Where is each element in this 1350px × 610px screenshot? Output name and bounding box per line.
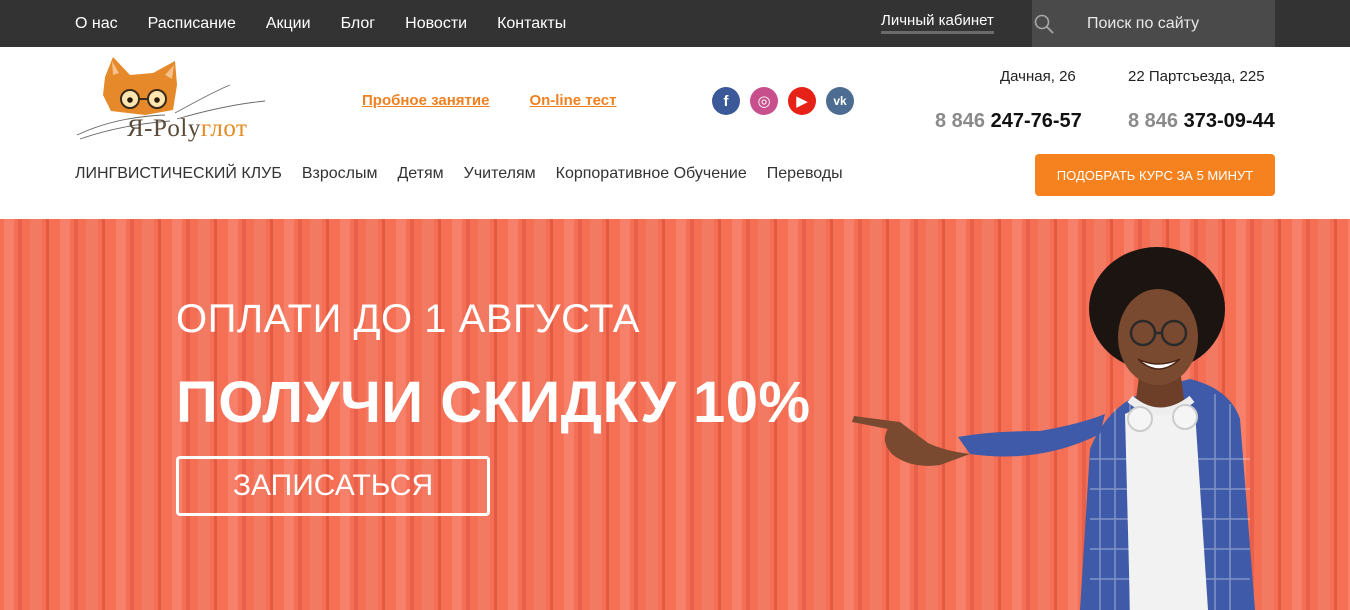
topnav-item-schedule[interactable]: Расписание <box>148 15 236 33</box>
trial-lesson-link[interactable]: Пробное занятие <box>362 92 489 109</box>
mainnav-item-translations[interactable]: Переводы <box>767 165 843 183</box>
youtube-icon[interactable]: ▶ <box>788 87 816 115</box>
mainnav-item-linguistic-club[interactable]: ЛИНГВИСТИЧЕСКИЙ КЛУБ <box>75 165 282 183</box>
search-box <box>1032 0 1277 47</box>
topnav-item-news[interactable]: Новости <box>405 15 467 33</box>
vk-icon[interactable]: vk <box>826 87 854 115</box>
phone-dachnaya[interactable]: 8 846 247-76-57 <box>935 110 1082 133</box>
online-test-link[interactable]: On-line тест <box>529 92 616 109</box>
mainnav-item-teachers[interactable]: Учителям <box>464 165 536 183</box>
header-links: Пробное занятие On-line тест <box>362 92 656 109</box>
address-partsezda: 22 Партсъезда, 225 <box>1128 68 1265 85</box>
facebook-icon[interactable]: f <box>712 87 740 115</box>
address-dachnaya: Дачная, 26 <box>1000 68 1076 85</box>
phone-partsezda[interactable]: 8 846 373-09-44 <box>1128 110 1275 133</box>
mainnav-item-adults[interactable]: Взрослым <box>302 165 378 183</box>
search-icon[interactable] <box>1034 0 1054 47</box>
topnav-item-about[interactable]: О нас <box>75 15 118 33</box>
topnav-item-contacts[interactable]: Контакты <box>497 15 566 33</box>
mainnav-item-children[interactable]: Детям <box>397 165 443 183</box>
logo[interactable]: Я-Polyглот <box>75 55 285 145</box>
main-nav: ЛИНГВИСТИЧЕСКИЙ КЛУБ Взрослым Детям Учит… <box>75 165 863 183</box>
find-course-button[interactable]: ПОДОБРАТЬ КУРС ЗА 5 МИНУТ <box>1035 154 1275 196</box>
top-bar: О нас Расписание Акции Блог Новости Конт… <box>0 0 1350 47</box>
hero-banner: ОПЛАТИ ДО 1 АВГУСТА ПОЛУЧИ СКИДКУ 10% ЗА… <box>0 219 1350 610</box>
signup-button[interactable]: ЗАПИСАТЬСЯ <box>176 456 490 516</box>
hero-discount-text: ПОЛУЧИ СКИДКУ 10% <box>176 370 811 435</box>
logo-text: Я-Polyглот <box>127 115 248 142</box>
topnav-item-promotions[interactable]: Акции <box>266 15 311 33</box>
smiling-man-image <box>852 247 1255 610</box>
personal-account-link[interactable]: Личный кабинет <box>881 12 994 34</box>
mainnav-item-corporate[interactable]: Корпоративное Обучение <box>556 165 747 183</box>
social-icons: f ◎ ▶ vk <box>712 87 864 115</box>
instagram-icon[interactable]: ◎ <box>750 87 778 115</box>
hero-headline: ОПЛАТИ ДО 1 АВГУСТА <box>176 297 640 341</box>
search-input[interactable] <box>1087 14 1277 33</box>
topnav-item-blog[interactable]: Блог <box>341 15 376 33</box>
top-nav: О нас Расписание Акции Блог Новости Конт… <box>75 0 596 47</box>
